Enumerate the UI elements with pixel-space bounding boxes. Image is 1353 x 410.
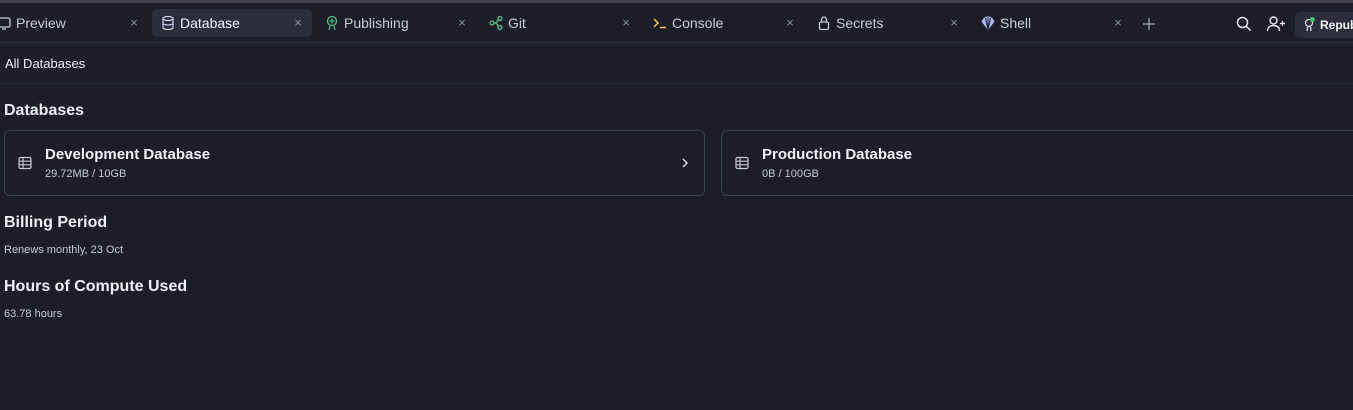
compute-hours-title: Hours of Compute Used	[4, 278, 188, 295]
invite-user-icon[interactable]	[1266, 15, 1286, 33]
add-tab-icon[interactable]	[1140, 15, 1158, 33]
tab-publishing[interactable]: Publishing ×	[316, 9, 476, 37]
republish-label: Republish	[1320, 18, 1353, 32]
tab-label: Preview	[16, 15, 66, 31]
close-icon[interactable]: ×	[456, 15, 468, 31]
close-icon[interactable]: ×	[128, 15, 140, 31]
databases-title: Databases	[4, 102, 85, 119]
tab-label: Publishing	[344, 15, 409, 31]
close-icon[interactable]: ×	[292, 15, 304, 31]
tab-shell[interactable]: Shell ×	[972, 9, 1132, 37]
status-dot	[1310, 17, 1315, 22]
database-usage: 0B / 100GB	[762, 168, 819, 180]
close-icon[interactable]: ×	[620, 15, 632, 31]
preview-icon	[0, 17, 11, 30]
tab-preview[interactable]: Preview ×	[0, 9, 148, 37]
database-card-production[interactable]: Production Database 0B / 100GB	[721, 130, 1353, 196]
table-icon	[735, 156, 749, 170]
tab-bar: Preview × Database × Publishing × Git × …	[0, 3, 1353, 43]
compute-hours-value: 63.78 hours	[4, 308, 63, 320]
search-icon[interactable]	[1235, 15, 1253, 33]
shell-icon	[981, 16, 995, 31]
database-name: Production Database	[762, 146, 913, 163]
tab-label: Shell	[1000, 15, 1032, 31]
publishing-icon	[326, 15, 338, 31]
tab-secrets[interactable]: Secrets ×	[808, 9, 968, 37]
database-card-development[interactable]: Development Database 29.72MB / 10GB	[4, 130, 705, 196]
database-usage: 29.72MB / 10GB	[45, 168, 127, 180]
tab-label: Git	[508, 15, 526, 31]
tab-database[interactable]: Database ×	[152, 9, 312, 37]
tab-label: Console	[672, 15, 724, 31]
git-icon	[489, 15, 503, 31]
tab-label: Secrets	[836, 15, 884, 31]
console-icon	[653, 18, 666, 29]
billing-period-title: Billing Period	[4, 214, 108, 231]
close-icon[interactable]: ×	[948, 15, 960, 31]
lock-icon	[818, 16, 830, 31]
close-icon[interactable]: ×	[784, 15, 796, 31]
tab-label: Database	[180, 15, 240, 31]
breadcrumb[interactable]: All Databases	[5, 56, 85, 71]
billing-period-value: Renews monthly, 23 Oct	[4, 244, 124, 256]
chevron-right-icon	[682, 158, 688, 168]
breadcrumb-bar: All Databases	[0, 44, 1353, 84]
tab-console[interactable]: Console ×	[644, 9, 804, 37]
close-icon[interactable]: ×	[1112, 15, 1124, 31]
republish-button[interactable]: Republish	[1295, 12, 1353, 38]
tab-git[interactable]: Git ×	[480, 9, 640, 37]
table-icon	[18, 156, 32, 170]
database-name: Development Database	[45, 146, 211, 163]
database-icon	[162, 15, 174, 31]
